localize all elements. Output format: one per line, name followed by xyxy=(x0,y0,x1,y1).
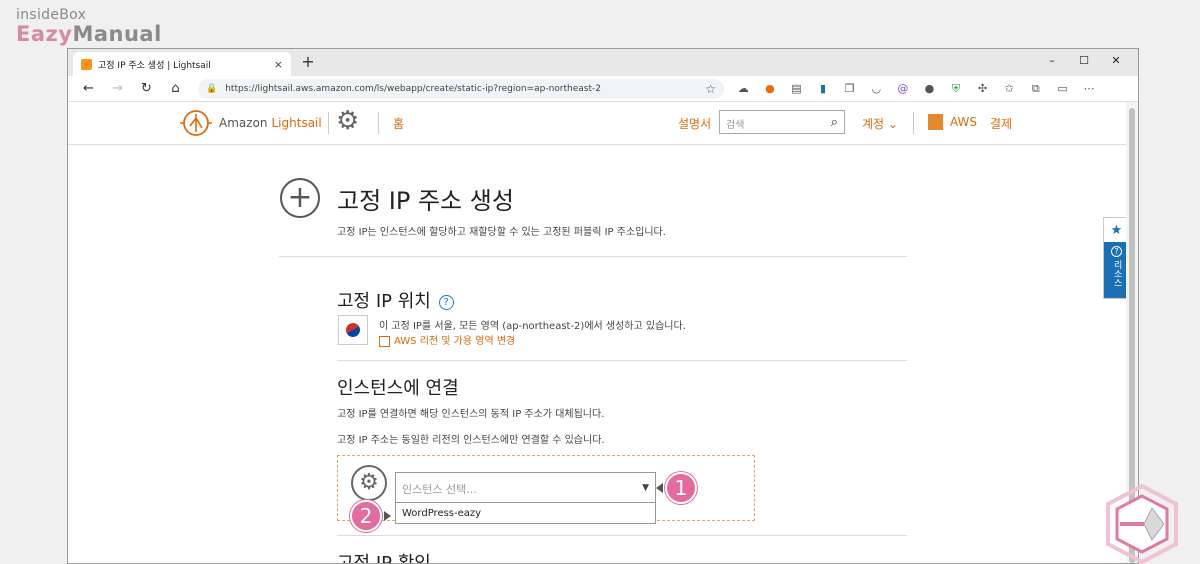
browser-window: 고정 IP 주소 생성 | Lightsail × + – ☐ ✕ ← → ↻ … xyxy=(67,48,1139,564)
url-text: https://lightsail.aws.amazon.com/ls/weba… xyxy=(225,83,601,94)
new-tab-button[interactable]: + xyxy=(298,52,318,71)
header-divider xyxy=(913,112,914,134)
divider xyxy=(279,256,907,257)
divider xyxy=(337,360,907,361)
search-icon[interactable]: ⌕ xyxy=(831,116,838,129)
side-panel: ★ ? 리소스 xyxy=(1103,217,1128,299)
badge-pointer xyxy=(656,483,663,493)
bookmark-star-icon[interactable]: ★ xyxy=(1104,218,1128,242)
add-circle-icon: + xyxy=(280,178,320,218)
search-input[interactable]: 검색 ⌕ xyxy=(719,110,845,134)
copy-extension-icon[interactable]: ❐ xyxy=(836,82,863,96)
watermark-line1: insideBox xyxy=(16,7,87,23)
puzzle-extension-icon[interactable]: ✣ xyxy=(969,82,996,96)
extension-bar: ☁ ● ▤ ▮ ❐ ◡ @ ● ⛨ ✣ ✩ ⧉ ▭ ⋯ xyxy=(730,82,1102,96)
help-panel-label: 리소스 xyxy=(1111,260,1122,287)
favorites-icon[interactable]: ✩ xyxy=(996,82,1023,96)
reader-extension-icon[interactable]: ▤ xyxy=(783,82,810,96)
watermark-hex-logo-icon xyxy=(1106,484,1178,564)
blue-extension-icon[interactable]: ▮ xyxy=(810,82,837,96)
confirm-heading: 고정 IP 확인 xyxy=(337,553,431,564)
page-content: Amazon Lightsail ⚙ 홈 설명서 검색 ⌕ 계정 ⌄ AWS 결제… xyxy=(68,102,1128,564)
aws-link[interactable]: AWS xyxy=(950,115,977,129)
instance-option[interactable]: WordPress-eazy xyxy=(395,503,656,524)
browser-tab[interactable]: 고정 IP 주소 생성 | Lightsail × xyxy=(73,52,291,76)
orange-extension-icon[interactable]: ● xyxy=(757,82,784,96)
dropdown-caret-icon: ▼ xyxy=(642,483,649,493)
header-divider xyxy=(378,112,379,134)
brand-name: Lightsail xyxy=(271,116,322,130)
cloud-extension-icon[interactable]: ☁ xyxy=(730,82,757,96)
help-icon[interactable]: ? xyxy=(438,294,454,310)
attach-heading: 인스턴스에 연결 xyxy=(337,378,459,399)
tab-close-icon[interactable]: × xyxy=(274,58,283,71)
browser-toolbar: ← → ↻ ⌂ 🔒 https://lightsail.aws.amazon.c… xyxy=(68,76,1138,102)
badge-pointer xyxy=(384,511,391,521)
help-question-icon: ? xyxy=(1111,246,1122,257)
billing-link[interactable]: 결제 xyxy=(990,115,1012,132)
profile-extension-icon[interactable]: ▭ xyxy=(1049,82,1076,96)
step-badge-1: 1 xyxy=(665,472,697,504)
back-icon[interactable]: ← xyxy=(74,81,103,96)
instance-select[interactable]: 인스턴스 선택... ▼ xyxy=(395,472,656,503)
aws-box-icon xyxy=(928,114,943,130)
at-extension-icon[interactable]: @ xyxy=(890,82,917,96)
page-subtitle: 고정 IP는 인스턴스에 할당하고 재할당할 수 있는 고정된 퍼블릭 IP 주… xyxy=(337,227,666,238)
home-link[interactable]: 홈 xyxy=(393,115,404,132)
edit-icon xyxy=(379,335,390,347)
step-badge-2: 2 xyxy=(350,500,382,532)
lightsail-favicon-icon xyxy=(81,58,92,70)
minimize-button[interactable]: – xyxy=(1036,49,1068,71)
more-menu-icon[interactable]: ⋯ xyxy=(1076,82,1103,96)
location-description: 이 고정 IP를 서울, 모든 영역 (ap-northeast-2)에서 생성… xyxy=(379,321,686,332)
pocket-extension-icon[interactable]: ◡ xyxy=(863,82,890,96)
settings-gear-icon[interactable]: ⚙ xyxy=(336,108,359,134)
korea-flag-icon xyxy=(338,315,368,345)
window-controls: – ☐ ✕ xyxy=(1036,49,1132,71)
instance-gear-icon: ⚙ xyxy=(351,465,387,501)
search-placeholder: 검색 xyxy=(726,120,745,131)
lock-icon[interactable]: 🔒 xyxy=(206,84,217,94)
address-bar[interactable]: 🔒 https://lightsail.aws.amazon.com/ls/we… xyxy=(198,78,724,99)
shield-extension-icon[interactable]: ⛨ xyxy=(943,82,970,96)
home-icon[interactable]: ⌂ xyxy=(161,81,190,96)
watermark: insideBox EazyManual xyxy=(16,8,162,45)
forward-icon[interactable]: → xyxy=(103,81,132,96)
attach-description: 고정 IP를 연결하면 해당 인스턴스의 동적 IP 주소가 대체됩니다. xyxy=(337,409,605,420)
favorite-star-icon[interactable]: ☆ xyxy=(705,82,716,96)
change-region-link[interactable]: AWS 리전 및 가용 영역 변경 xyxy=(379,332,515,347)
tab-title: 고정 IP 주소 생성 | Lightsail xyxy=(98,60,211,71)
lightsail-logo[interactable]: Amazon Lightsail xyxy=(179,108,322,138)
reload-icon[interactable]: ↻ xyxy=(132,81,161,96)
title-bar: 고정 IP 주소 생성 | Lightsail × + – ☐ ✕ xyxy=(68,49,1138,76)
header-divider xyxy=(328,112,329,134)
account-menu[interactable]: 계정 ⌄ xyxy=(862,115,898,132)
lightsail-header: Amazon Lightsail ⚙ 홈 설명서 검색 ⌕ 계정 ⌄ AWS 결제 xyxy=(68,102,1128,145)
maximize-button[interactable]: ☐ xyxy=(1068,49,1100,71)
docs-link[interactable]: 설명서 xyxy=(678,115,711,132)
help-panel-button[interactable]: ? 리소스 xyxy=(1104,242,1128,298)
attach-note: 고정 IP 주소는 동일한 리전의 인스턴스에만 연결할 수 있습니다. xyxy=(337,435,605,446)
location-heading: 고정 IP 위치 ? xyxy=(337,287,454,313)
lightsail-logo-icon xyxy=(180,110,212,136)
page-title: 고정 IP 주소 생성 xyxy=(337,187,514,215)
instance-select-placeholder: 인스턴스 선택... xyxy=(402,483,477,496)
close-window-button[interactable]: ✕ xyxy=(1100,49,1132,71)
watermark-line2: EazyManual xyxy=(16,22,162,46)
collections-icon[interactable]: ⧉ xyxy=(1023,82,1050,96)
divider xyxy=(337,535,907,536)
brand-prefix: Amazon xyxy=(219,116,268,130)
dark-circle-extension-icon[interactable]: ● xyxy=(916,82,943,96)
